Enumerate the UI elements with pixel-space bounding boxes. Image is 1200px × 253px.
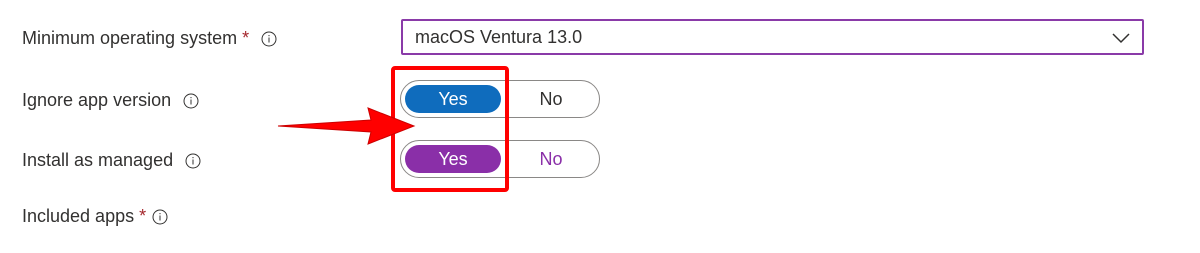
ignore-app-version-no[interactable]: No [503,81,599,117]
arrow-right-icon [276,106,416,146]
info-icon[interactable] [183,93,199,109]
ignore-app-version-label-row: Ignore app version [22,90,199,111]
required-mark: * [139,206,147,226]
included-apps-label: Included apps [22,206,135,226]
ignore-app-version-label: Ignore app version [22,90,172,110]
install-as-managed-label-row: Install as managed [22,150,201,171]
install-as-managed-label: Install as managed [22,150,174,170]
required-mark: * [242,28,250,48]
chevron-down-icon[interactable] [1112,29,1130,44]
included-apps-label-row: Included apps * [22,206,168,227]
min-os-selected-value: macOS Ventura 13.0 [415,26,583,47]
info-icon[interactable] [261,31,277,47]
info-icon[interactable] [152,209,168,225]
min-os-label-row: Minimum operating system * [22,28,277,49]
min-os-label: Minimum operating system [22,28,238,48]
install-as-managed-no[interactable]: No [503,141,599,177]
min-os-dropdown[interactable]: macOS Ventura 13.0 [401,19,1144,55]
info-icon[interactable] [185,153,201,169]
